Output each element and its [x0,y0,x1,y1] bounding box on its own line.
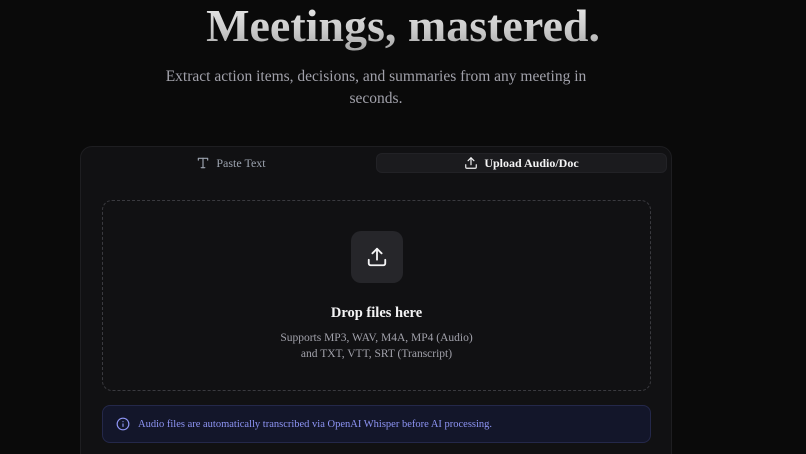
tab-upload-audio-doc-label: Upload Audio/Doc [484,155,579,170]
hero-subtitle: Extract action items, decisions, and sum… [165,68,587,107]
tab-paste-text[interactable]: Paste Text [87,153,375,173]
upload-card: Paste Text Upload Audio/Doc Drop files h… [80,146,672,454]
transcription-notice: Audio files are automatically transcribe… [102,405,651,443]
dropzone-upload-tile [351,231,403,283]
dropzone-title: Drop files here [330,305,423,321]
dropzone-transcript-formats: and TXT, VTT, SRT (Transcript) [300,347,453,360]
upload-icon [464,156,478,170]
tab-paste-text-label: Paste Text [216,155,266,170]
upload-icon [366,246,388,268]
info-circle-icon [116,417,130,431]
hero-title: Meetings, mastered. [0,0,806,56]
dropzone-supported-formats: Supports MP3, WAV, M4A, MP4 (Audio) and … [103,331,650,362]
dropzone-audio-formats: Supports MP3, WAV, M4A, MP4 (Audio) [280,332,473,344]
text-type-icon [196,156,210,170]
input-mode-tabs: Paste Text Upload Audio/Doc [87,153,667,173]
transcription-notice-text: Audio files are automatically transcribe… [138,418,493,430]
tab-upload-audio-doc[interactable]: Upload Audio/Doc [376,153,667,173]
file-dropzone[interactable]: Drop files here Supports MP3, WAV, M4A, … [102,200,651,391]
